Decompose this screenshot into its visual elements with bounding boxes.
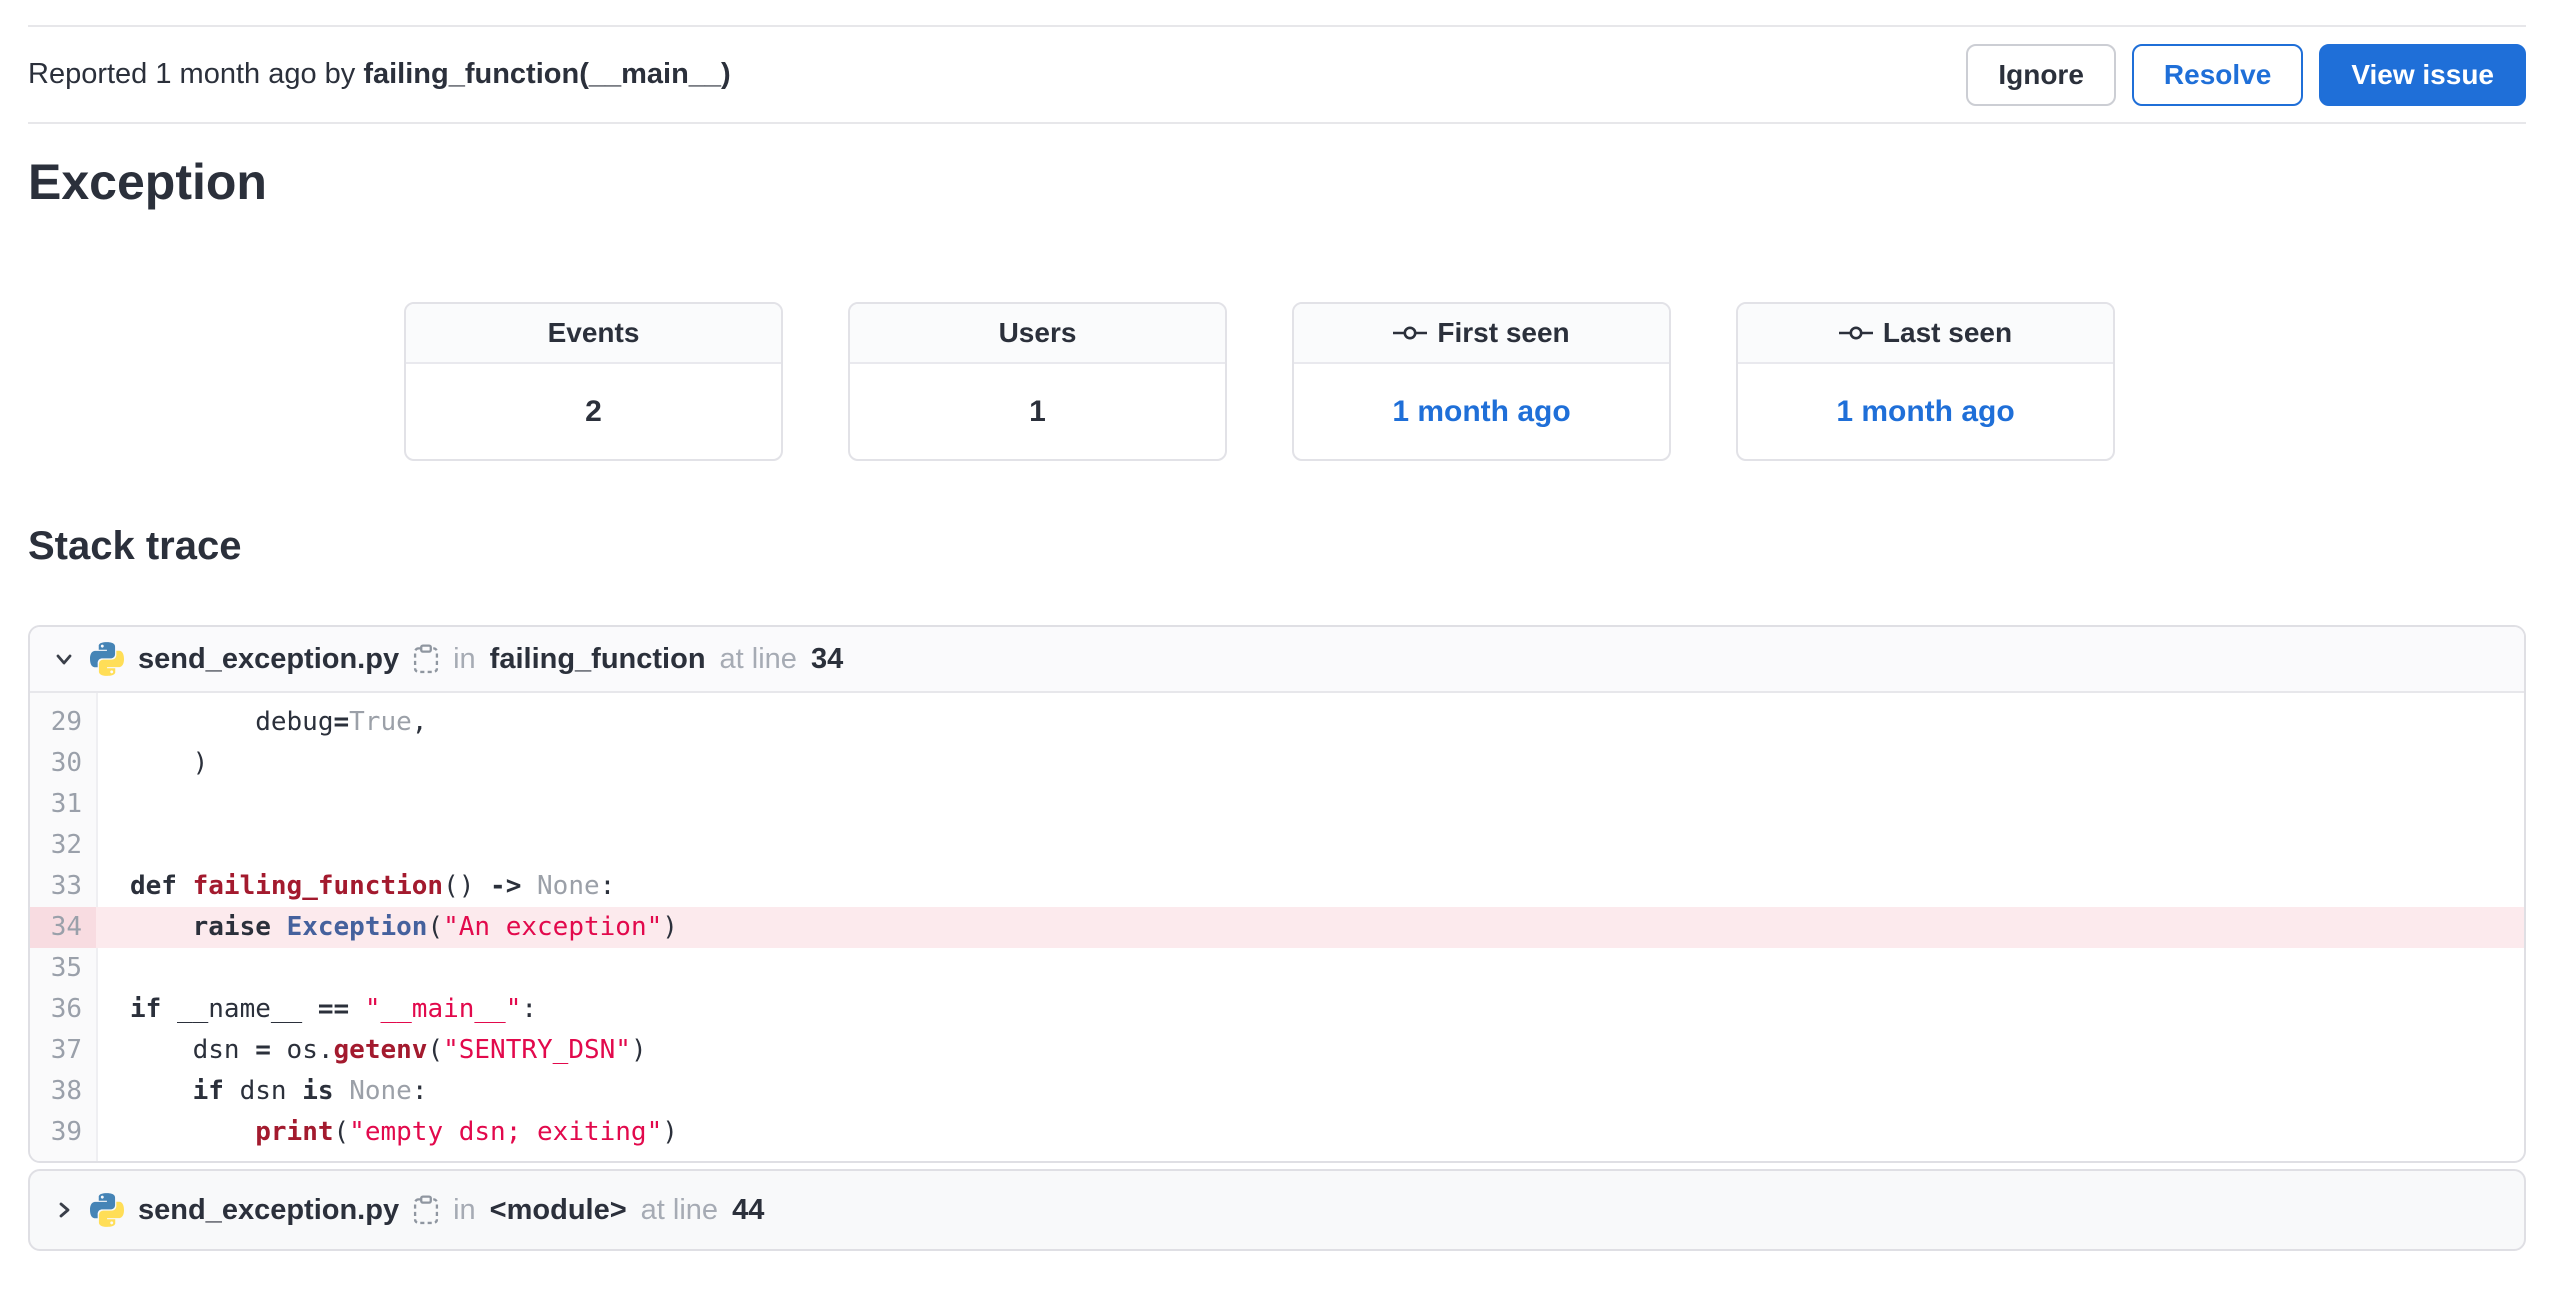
code-text: dsn = os.getenv("SENTRY_DSN") bbox=[130, 1035, 647, 1065]
copy-icon[interactable] bbox=[413, 644, 439, 674]
frame-in-label: in bbox=[453, 642, 476, 675]
code-text: if dsn is None: bbox=[192, 1076, 428, 1106]
stat-card-last-seen: Last seen 1 month ago bbox=[1736, 302, 2115, 461]
python-icon bbox=[90, 642, 124, 676]
python-icon bbox=[90, 1193, 124, 1227]
code-text: if __name__ == "__main__": bbox=[130, 994, 538, 1024]
chevron-right-icon bbox=[52, 1198, 76, 1222]
stack-trace-list: send_exception.py in failing_function at… bbox=[28, 625, 2526, 1251]
line-number: 31 bbox=[50, 789, 82, 819]
commit-icon bbox=[1393, 326, 1428, 340]
code-line: 35 bbox=[30, 948, 2524, 989]
frame-function: <module> bbox=[489, 1193, 627, 1226]
stat-label-text: Last seen bbox=[1882, 317, 2013, 348]
code-text: def failing_function() -> None: bbox=[130, 871, 616, 901]
line-number: 37 bbox=[50, 1035, 82, 1065]
frame-at-label: at line bbox=[719, 642, 797, 675]
stat-label-users: Users bbox=[850, 304, 1225, 364]
header-actions: Ignore Resolve View issue bbox=[1966, 43, 2526, 106]
stat-label-events: Events bbox=[406, 304, 781, 364]
stat-value-users: 1 bbox=[1029, 394, 1046, 428]
code-line: 32 bbox=[30, 825, 2524, 866]
code-text: ) bbox=[130, 748, 209, 778]
frame-line-number: 34 bbox=[810, 642, 844, 675]
copy-icon[interactable] bbox=[413, 1195, 439, 1225]
reported-prefix: Reported 1 month ago by bbox=[28, 58, 364, 90]
code-line: 38 if dsn is None: bbox=[30, 1071, 2524, 1112]
stat-card-users: Users 1 bbox=[848, 302, 1227, 461]
code-text: debug=True, bbox=[130, 707, 428, 737]
stat-card-events: Events 2 bbox=[404, 302, 783, 461]
frame-filename: send_exception.py bbox=[138, 1193, 400, 1226]
code-line: 37 dsn = os.getenv("SENTRY_DSN") bbox=[30, 1030, 2524, 1071]
stack-frame-expanded: send_exception.py in failing_function at… bbox=[28, 625, 2526, 1163]
stats-row: Events 2 Users 1 First seen 1 month ago … bbox=[404, 302, 2554, 461]
commit-icon bbox=[1838, 326, 1873, 340]
stat-value-events: 2 bbox=[585, 394, 602, 428]
code-line: 39 print("empty dsn; exiting") bbox=[30, 1112, 2524, 1153]
code-line: 36 if __name__ == "__main__": bbox=[30, 989, 2524, 1030]
frame-at-label: at line bbox=[640, 1193, 719, 1226]
line-number: 34 bbox=[30, 907, 96, 948]
exception-title: Exception bbox=[28, 154, 267, 210]
reporter-name: failing_function(__main__) bbox=[363, 58, 731, 90]
line-number: 29 bbox=[50, 707, 82, 737]
code-text: print("empty dsn; exiting") bbox=[255, 1117, 678, 1147]
stack-trace-title: Stack trace bbox=[28, 524, 242, 568]
stat-label-text: First seen bbox=[1437, 317, 1570, 348]
frame-filename: send_exception.py bbox=[138, 642, 400, 675]
report-header-bar: Reported 1 month ago by failing_function… bbox=[28, 25, 2526, 124]
stat-label-text: Users bbox=[998, 317, 1077, 348]
stat-value-first-seen[interactable]: 1 month ago bbox=[1294, 364, 1669, 459]
line-number: 30 bbox=[50, 748, 82, 778]
stat-label-first-seen: First seen bbox=[1294, 304, 1669, 364]
code-line: 33 def failing_function() -> None: bbox=[30, 866, 2524, 907]
line-number: 32 bbox=[50, 830, 82, 860]
resolve-button[interactable]: Resolve bbox=[2131, 43, 2304, 106]
ignore-button[interactable]: Ignore bbox=[1966, 43, 2116, 106]
stack-frame-collapsed: send_exception.py in <module> at line 44 bbox=[28, 1169, 2526, 1251]
stat-value-last-seen[interactable]: 1 month ago bbox=[1738, 364, 2113, 459]
frame-header[interactable]: send_exception.py in failing_function at… bbox=[30, 627, 2524, 693]
code-block: 29 debug=True, 30 ) 31 32 33 def failing_fu… bbox=[30, 693, 2524, 1161]
stat-label-last-seen: Last seen bbox=[1738, 304, 2113, 364]
frame-in-label: in bbox=[453, 1193, 476, 1226]
line-number: 39 bbox=[50, 1117, 82, 1147]
code-line: 31 bbox=[30, 784, 2524, 825]
line-number: 35 bbox=[50, 953, 82, 983]
line-number: 33 bbox=[50, 871, 82, 901]
line-number: 36 bbox=[50, 994, 82, 1024]
frame-function: failing_function bbox=[489, 642, 706, 675]
code-line: 29 debug=True, bbox=[30, 702, 2524, 743]
view-issue-button[interactable]: View issue bbox=[2319, 43, 2526, 106]
chevron-down-icon bbox=[52, 647, 76, 671]
code-text: raise Exception("An exception") bbox=[96, 907, 2524, 948]
frame-line-number: 44 bbox=[732, 1193, 765, 1226]
line-number: 38 bbox=[50, 1076, 82, 1106]
frame-header[interactable]: send_exception.py in <module> at line 44 bbox=[30, 1193, 2524, 1227]
stat-card-first-seen: First seen 1 month ago bbox=[1292, 302, 1671, 461]
stat-label-text: Events bbox=[547, 317, 640, 348]
code-line: 34 raise Exception("An exception") bbox=[30, 907, 2524, 948]
code-line: 30 ) bbox=[30, 743, 2524, 784]
reported-text: Reported 1 month ago by failing_function… bbox=[28, 58, 731, 91]
